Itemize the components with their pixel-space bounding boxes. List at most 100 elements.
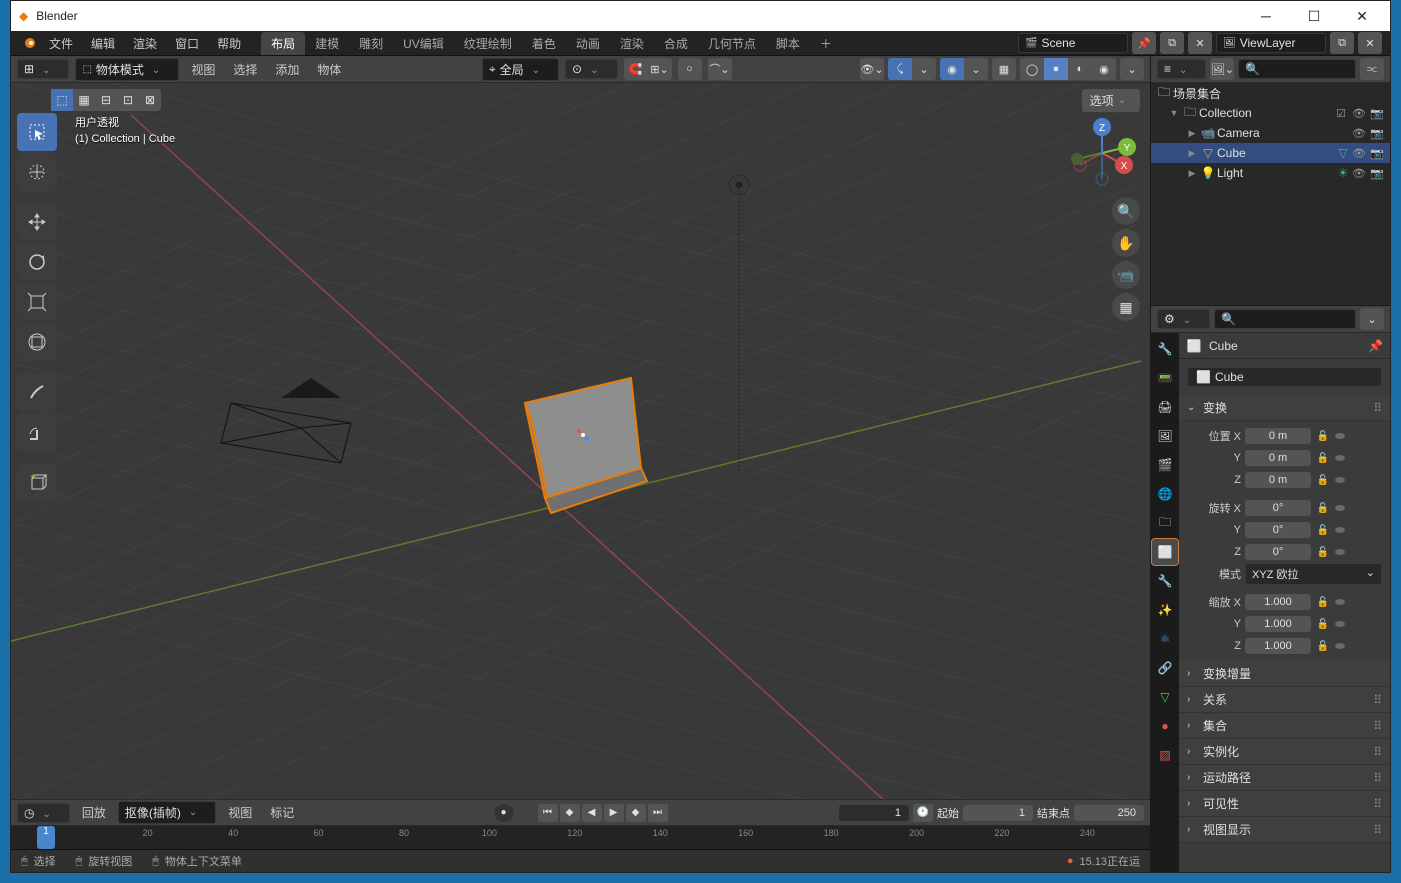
shading-material[interactable]: ◐ bbox=[1068, 58, 1092, 80]
jump-nextkey[interactable]: ◆ bbox=[626, 804, 646, 822]
pin-icon[interactable]: 📌 bbox=[1368, 339, 1384, 353]
eye-icon[interactable]: 👁 bbox=[1352, 126, 1366, 140]
workspace-tab-animation[interactable]: 动画 bbox=[566, 32, 610, 55]
viewport-options[interactable]: 选项 bbox=[1082, 89, 1140, 112]
orientation-selector[interactable]: ⌖ 全局 bbox=[482, 58, 559, 81]
outliner-search[interactable]: 🔍 bbox=[1238, 59, 1356, 79]
eye-icon[interactable]: 👁 bbox=[1352, 146, 1366, 160]
panel-visibility[interactable]: ›可见性⠿ bbox=[1179, 791, 1390, 817]
tab-material[interactable]: ● bbox=[1152, 713, 1178, 739]
properties-options[interactable]: ⌄ bbox=[1360, 308, 1384, 330]
xray-toggle[interactable]: ▦ bbox=[992, 58, 1016, 80]
start-frame[interactable]: 1 bbox=[963, 805, 1033, 821]
snap-type[interactable]: ⊞⌄ bbox=[648, 58, 672, 80]
select-mode-intersect[interactable]: ⊡ bbox=[117, 89, 139, 111]
close-button[interactable]: ✕ bbox=[1342, 6, 1382, 26]
properties-search[interactable]: 🔍 bbox=[1214, 309, 1356, 329]
lock-icon[interactable]: 🔓 bbox=[1315, 597, 1331, 608]
eye-icon[interactable]: 👁 bbox=[1352, 106, 1366, 120]
properties-editor-type[interactable]: ⚙ bbox=[1157, 309, 1210, 329]
nav-zoom[interactable]: 🔍 bbox=[1112, 197, 1140, 225]
tool-rotate[interactable] bbox=[17, 243, 57, 281]
tab-scene[interactable]: 🎬 bbox=[1152, 452, 1178, 478]
timeline-playback[interactable]: 回放 bbox=[76, 802, 112, 823]
jump-prevkey[interactable]: ◆ bbox=[560, 804, 580, 822]
scale-y[interactable]: 1.000 bbox=[1245, 616, 1311, 632]
current-frame[interactable]: 1 bbox=[839, 805, 909, 821]
rot-z[interactable]: 0° bbox=[1245, 544, 1311, 560]
object-menu[interactable]: 物体 bbox=[311, 59, 347, 80]
snap-toggle[interactable]: 🧲 bbox=[624, 58, 648, 80]
keyframe-dot[interactable] bbox=[1335, 433, 1345, 439]
tool-add-cube[interactable]: + bbox=[17, 463, 57, 501]
menu-window[interactable]: 窗口 bbox=[167, 32, 207, 55]
scene-selector[interactable]: 🎬Scene bbox=[1018, 33, 1128, 53]
workspace-tab-rendering[interactable]: 渲染 bbox=[610, 32, 654, 55]
menu-help[interactable]: 帮助 bbox=[209, 32, 249, 55]
gizmo-type[interactable]: ⌄ bbox=[912, 58, 936, 80]
loc-y[interactable]: 0 m bbox=[1245, 450, 1311, 466]
lock-icon[interactable]: 🔓 bbox=[1315, 641, 1331, 652]
tab-physics[interactable]: ⚛ bbox=[1152, 626, 1178, 652]
camera-icon[interactable]: 📷 bbox=[1370, 106, 1384, 120]
scale-x[interactable]: 1.000 bbox=[1245, 594, 1311, 610]
shading-wireframe[interactable]: ◯ bbox=[1020, 58, 1044, 80]
visibility-icon[interactable]: 👁⌄ bbox=[860, 58, 884, 80]
tool-cursor[interactable] bbox=[17, 153, 57, 191]
menu-edit[interactable]: 编辑 bbox=[83, 32, 123, 55]
workspace-tab-sculpt[interactable]: 雕刻 bbox=[349, 32, 393, 55]
gizmo-toggle[interactable]: ⤹ bbox=[888, 58, 912, 80]
viewlayer-selector[interactable]: 🖼ViewLayer bbox=[1216, 33, 1326, 53]
timeline-keying[interactable]: 抠像(插帧) bbox=[118, 801, 216, 824]
tab-render[interactable]: 📟 bbox=[1152, 365, 1178, 391]
tool-annotate[interactable] bbox=[17, 373, 57, 411]
tab-output[interactable]: 🖨 bbox=[1152, 394, 1178, 420]
lock-icon[interactable]: 🔓 bbox=[1315, 619, 1331, 630]
timeline-editor-type[interactable]: ◷ bbox=[17, 803, 70, 823]
tool-select[interactable] bbox=[17, 113, 57, 151]
tab-world[interactable]: 🌐 bbox=[1152, 481, 1178, 507]
workspace-tab-uv[interactable]: UV编辑 bbox=[393, 32, 454, 55]
end-frame[interactable]: 250 bbox=[1074, 805, 1144, 821]
timeline-ruler[interactable]: 1 20 40 60 80 100 120 140 160 180 200 22… bbox=[11, 826, 1150, 849]
shading-options[interactable]: ⌄ bbox=[1120, 58, 1144, 80]
lock-icon[interactable]: 🔓 bbox=[1315, 475, 1331, 486]
timeline-marker[interactable]: 标记 bbox=[264, 802, 300, 823]
frame-range-toggle[interactable]: 🕐 bbox=[913, 804, 933, 822]
shading-solid[interactable]: ● bbox=[1044, 58, 1068, 80]
jump-start[interactable]: ⏮ bbox=[538, 804, 558, 822]
workspace-tab-modeling[interactable]: 建模 bbox=[305, 32, 349, 55]
lock-icon[interactable]: 🔓 bbox=[1315, 503, 1331, 514]
maximize-button[interactable]: ☐ bbox=[1294, 6, 1334, 26]
tool-scale[interactable] bbox=[17, 283, 57, 321]
rot-y[interactable]: 0° bbox=[1245, 522, 1311, 538]
scene-pin-icon[interactable]: 📌 bbox=[1132, 32, 1156, 54]
panel-instancing[interactable]: ›实例化⠿ bbox=[1179, 739, 1390, 765]
select-menu[interactable]: 选择 bbox=[227, 59, 263, 80]
camera-icon[interactable]: 📷 bbox=[1370, 166, 1384, 180]
autokey-toggle[interactable]: ● bbox=[494, 804, 514, 822]
tab-collection[interactable]: 🗀 bbox=[1152, 510, 1178, 536]
scale-z[interactable]: 1.000 bbox=[1245, 638, 1311, 654]
workspace-tab-composite[interactable]: 合成 bbox=[654, 32, 698, 55]
nav-camera[interactable]: 📹 bbox=[1112, 261, 1140, 289]
tab-particles[interactable]: ✨ bbox=[1152, 597, 1178, 623]
mode-selector[interactable]: ⬚ 物体模式 bbox=[75, 58, 179, 81]
viewlayer-copy-icon[interactable]: ⧉ bbox=[1330, 32, 1354, 54]
keyframe-dot[interactable] bbox=[1335, 599, 1345, 605]
workspace-tab-shading[interactable]: 着色 bbox=[522, 32, 566, 55]
camera-icon[interactable]: 📷 bbox=[1370, 126, 1384, 140]
shading-rendered[interactable]: ◉ bbox=[1092, 58, 1116, 80]
blender-icon[interactable] bbox=[19, 33, 39, 53]
keyframe-dot[interactable] bbox=[1335, 477, 1345, 483]
tab-modifiers[interactable]: 🔧 bbox=[1152, 568, 1178, 594]
viewport[interactable]: ⬚ ▦ ⊟ ⊡ ⊠ 选项 用户透视 (1) Collection | Cube bbox=[11, 83, 1150, 799]
keyframe-dot[interactable] bbox=[1335, 549, 1345, 555]
nav-perspective[interactable]: ▦ bbox=[1112, 293, 1140, 321]
chevron-right-icon[interactable]: ▶ bbox=[1185, 168, 1199, 179]
scene-copy-icon[interactable]: ⧉ bbox=[1160, 32, 1184, 54]
scene-delete-icon[interactable]: ✕ bbox=[1188, 32, 1212, 54]
tab-object[interactable]: ⬜ bbox=[1152, 539, 1178, 565]
outliner-item-camera[interactable]: ▶ 📹 Camera 👁📷 bbox=[1151, 123, 1390, 143]
keyframe-dot[interactable] bbox=[1335, 621, 1345, 627]
